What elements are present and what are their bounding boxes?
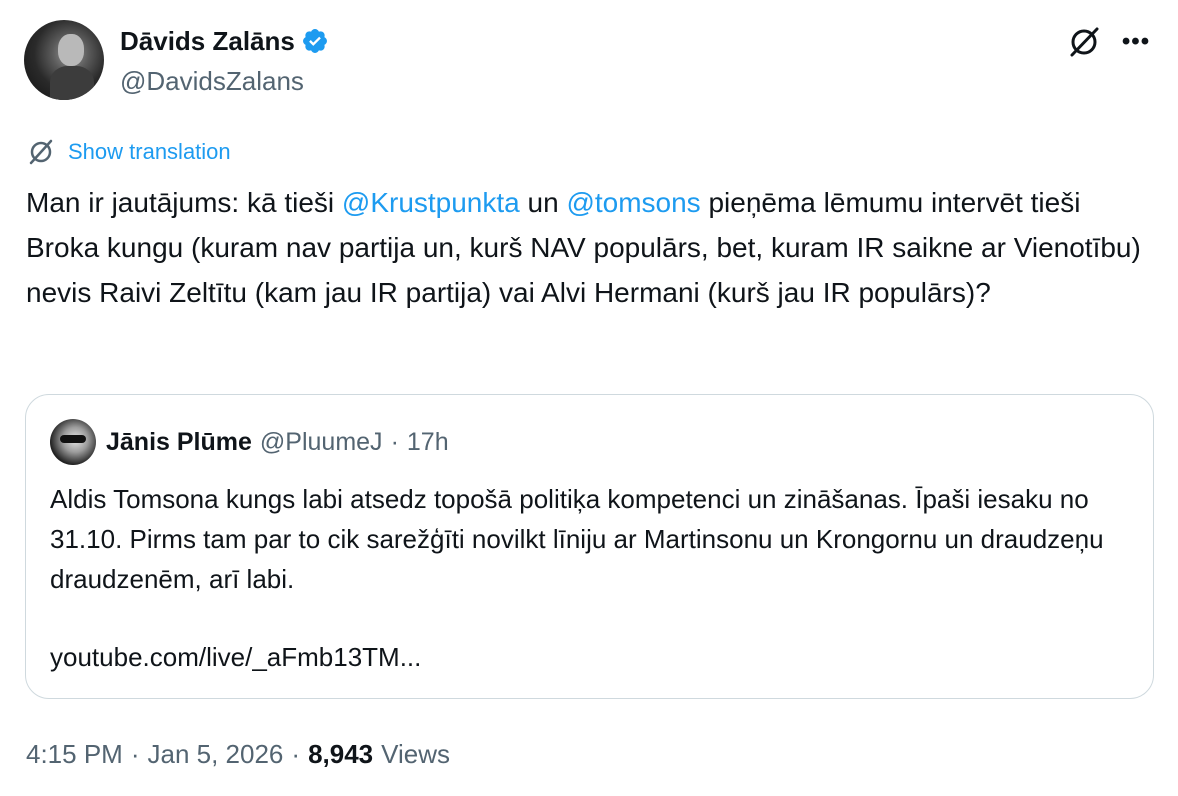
author-name[interactable]: Dāvids Zalāns (120, 24, 295, 58)
more-options-icon: ••• (1121, 28, 1151, 55)
separator-dot: · (291, 739, 301, 769)
tweet-time[interactable]: 4:15 PM (26, 736, 123, 772)
verified-badge-icon (302, 29, 327, 53)
quoted-author-avatar[interactable] (50, 419, 96, 465)
mention-link[interactable]: @Krustpunkta (342, 187, 520, 218)
show-translation-label[interactable]: Show translation (68, 137, 231, 167)
avatar-body-shape (50, 66, 94, 100)
grok-icon (1070, 27, 1099, 57)
quoted-author-name[interactable]: Jānis Plūme (106, 425, 252, 459)
quoted-tweet-header: Jānis Plūme @PluumeJ · 17h (106, 425, 449, 459)
tweet-text-part: Man ir jautājums: kā tieši (26, 187, 342, 218)
avatar-head-shape (58, 34, 84, 66)
mention-link[interactable]: @tomsons (566, 187, 700, 218)
quoted-tweet-time[interactable]: 17h (407, 425, 449, 459)
author-name-row[interactable]: Dāvids Zalāns (120, 24, 329, 58)
grok-button[interactable] (1064, 22, 1104, 62)
tweet-text: Man ir jautājums: kā tieši @Krustpunkta … (26, 180, 1156, 315)
quoted-tweet-card[interactable]: Jānis Plūme @PluumeJ · 17h Aldis Tomsona… (25, 394, 1154, 699)
quoted-tweet-link[interactable]: youtube.com/live/_aFmb13TM... (50, 637, 421, 677)
author-avatar[interactable] (24, 20, 104, 100)
quoted-tweet-text: Aldis Tomsona kungs labi atsedz topošā p… (50, 484, 1104, 594)
views-label: Views (381, 739, 451, 769)
views-count: 8,943 (308, 739, 374, 769)
more-options-button[interactable]: ••• (1116, 22, 1156, 62)
separator-dot: · (130, 739, 140, 769)
show-translation-button[interactable]: Show translation (26, 137, 231, 167)
avatar-sunglasses-shape (60, 435, 86, 443)
author-handle[interactable]: @DavidsZalans (120, 64, 304, 98)
separator-dot: · (390, 428, 399, 456)
translate-icon (29, 139, 53, 165)
tweet-date[interactable]: Jan 5, 2026 (148, 736, 284, 772)
quoted-author-handle[interactable]: @PluumeJ (260, 425, 383, 459)
tweet-text-part: un (519, 187, 567, 218)
tweet-meta: 4:15 PM · Jan 5, 2026 · 8,943 Views (26, 736, 450, 772)
